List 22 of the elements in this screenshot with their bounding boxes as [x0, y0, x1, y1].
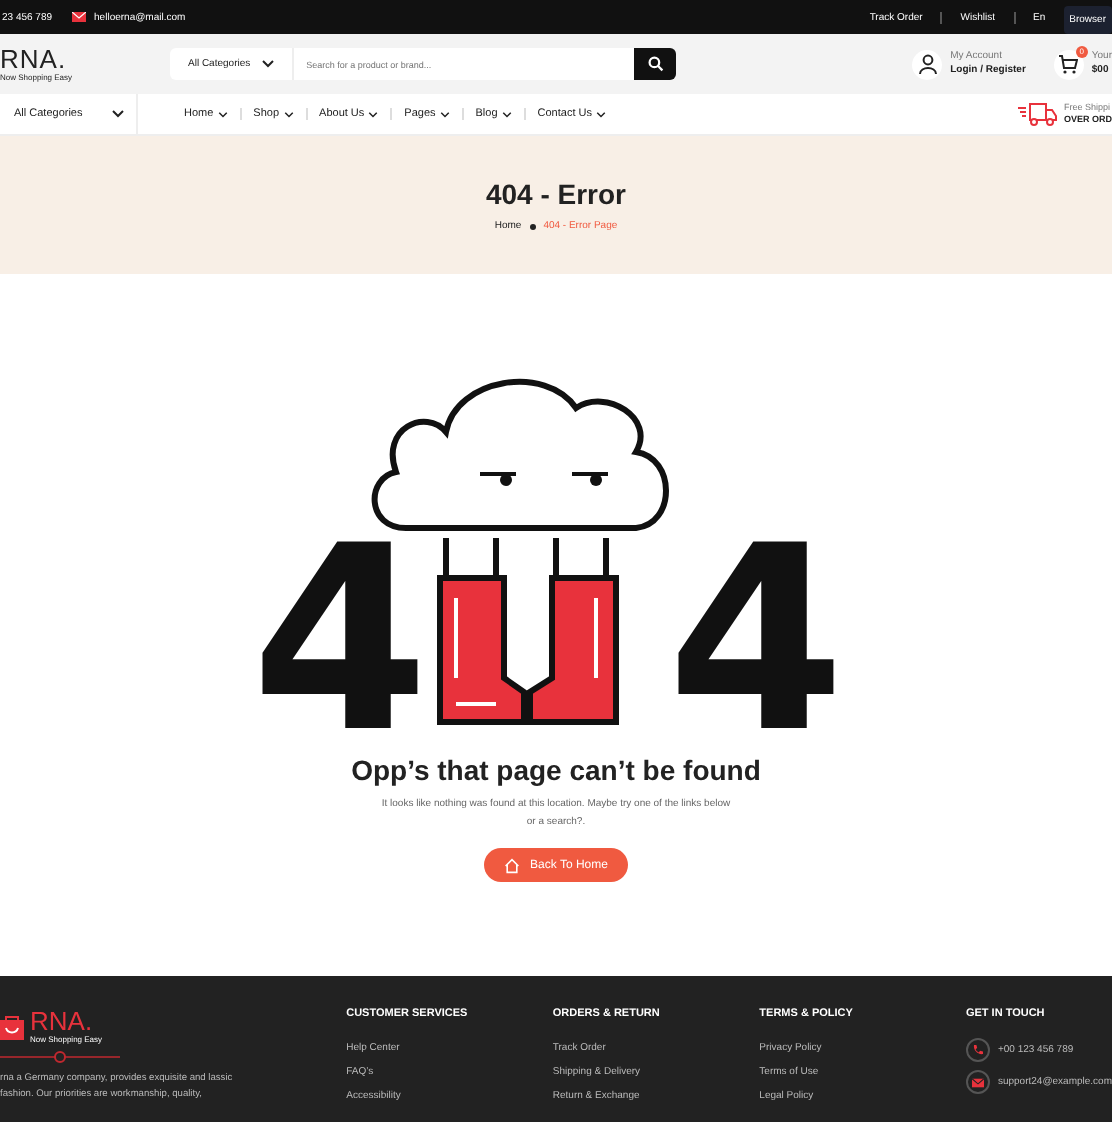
footer-logo-text: RNA.	[30, 1008, 95, 1034]
chevron-down-icon	[262, 60, 275, 68]
user-icon[interactable]	[912, 49, 943, 79]
chevron-down-icon	[112, 110, 124, 118]
truck-icon	[1017, 102, 1058, 126]
mail-icon	[965, 1070, 990, 1094]
chevron-down-icon	[501, 111, 512, 117]
home-icon	[504, 857, 521, 873]
error-404-drawing: 4 4	[236, 348, 876, 738]
page-title: 404 - Error	[485, 178, 627, 210]
chevron-down-icon	[439, 111, 450, 117]
chevron-down-icon	[368, 111, 379, 117]
mail-icon	[72, 12, 87, 22]
shopping-bag-icon	[0, 1013, 24, 1039]
chevron-down-icon	[283, 111, 294, 117]
error-heading: Opp’s that page can’t be found	[351, 754, 761, 786]
search-button[interactable]	[634, 48, 676, 80]
search-icon	[647, 56, 663, 72]
chevron-down-icon	[596, 111, 606, 117]
phone-icon	[965, 1038, 990, 1062]
logo-text[interactable]: RNA.	[0, 46, 170, 72]
chevron-down-icon	[217, 111, 228, 117]
